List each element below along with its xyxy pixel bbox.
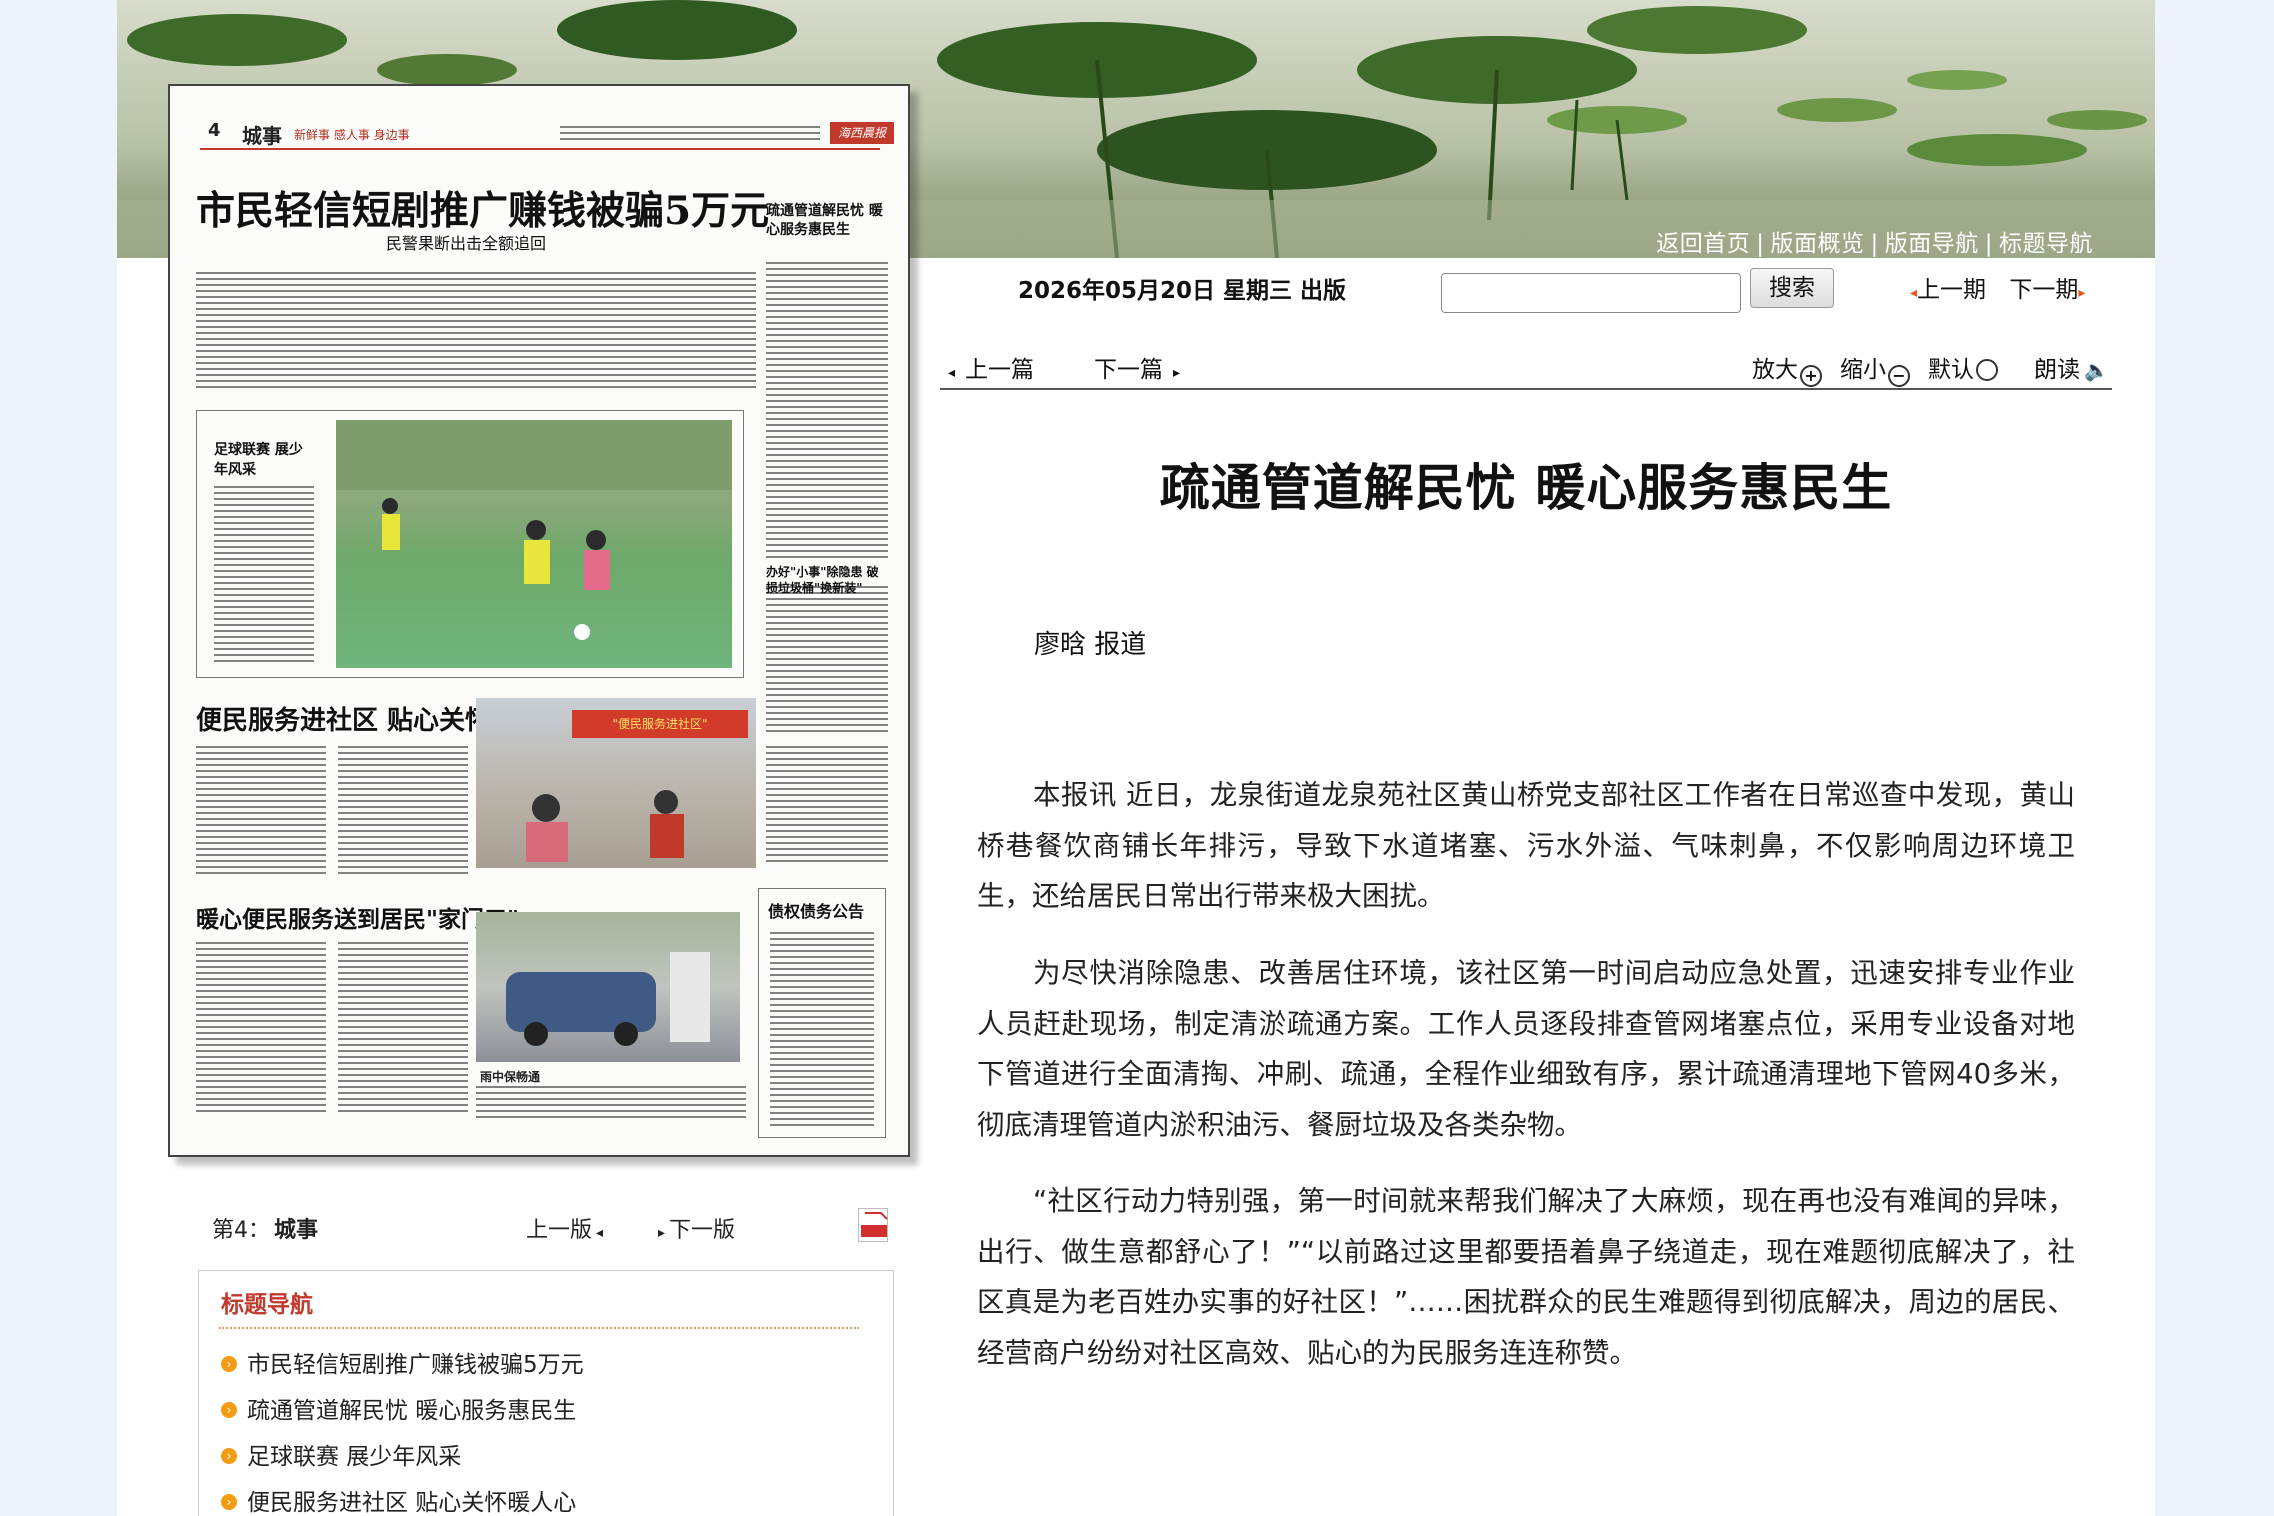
publish-date: 2026年05月20日 星期三 出版 [1018,278,1347,304]
prev-issue-link[interactable]: 上一期 [1917,277,1986,303]
plus-circle-icon: + [1800,365,1822,387]
home-link[interactable]: 返回首页 [1656,231,1750,257]
title-nav-item[interactable]: › 足球联赛 展少年风采 [221,1437,461,1471]
title-nav-panel: 标题导航 › 市民轻信短剧推广赚钱被骗5万元 › 疏通管道解民忧 暖心服务惠民生 ›… [198,1270,894,1516]
next-page-label: 下一版 [669,1218,736,1243]
read-aloud-button[interactable]: 朗读 🔈 [2034,350,2109,384]
community-banner-slogan: "便民服务进社区" [572,710,748,738]
paper-lead-subhead: 民警果断出击全额追回 [386,234,547,253]
title-nav-heading: 标题导航 [221,1292,313,1318]
default-size-button[interactable]: 默认 [1928,350,1998,384]
next-article-button[interactable]: 下一篇 ▸ [1094,350,1180,384]
title-nav-link[interactable]: 标题导航 [1999,231,2093,257]
title-nav-item[interactable]: › 疏通管道解民忧 暖心服务惠民生 [221,1391,576,1425]
paper-football-text [214,486,314,666]
read-aloud-label: 朗读 [2034,357,2080,383]
paper-right-text-2 [766,586,888,736]
next-article-label: 下一篇 [1094,357,1163,383]
paper-photo-caption: 雨中保畅通 [480,1070,541,1084]
caret-left-icon: ◂ [596,1225,604,1241]
zoom-in-label: 放大 [1752,357,1798,383]
paper-slogan: 新鲜事 感人事 身边事 [294,128,410,142]
bullet-icon: › [221,1494,237,1510]
community-service-photo: "便民服务进社区" [476,698,756,868]
page-pager: 第4： 城事 上一版 ◂ ▸ 下一版 [212,1208,892,1248]
caret-left-icon: ◂ [948,365,956,381]
paper-section: 城事 [242,124,282,148]
article-toolbar: ◂ 上一篇 下一篇 ▸ 放大 + 缩小 − 默认 朗读 🔈 [940,346,2112,390]
article-paragraph: “社区行动力特别强，第一时间就来帮我们解决了大麻烦，现在再也没有难闻的异味，出行… [977,1185,2075,1369]
paper-side-text [766,262,888,562]
current-page-label: 第4： [212,1218,270,1243]
title-nav-item[interactable]: › 便民服务进社区 贴心关怀暖人心 [221,1483,576,1516]
paper-football-title: 足球联赛 展少年风采 [214,442,303,478]
arrow-right-icon: ▸ [2078,285,2086,301]
zoom-out-button[interactable]: 缩小 − [1840,350,1910,387]
caret-right-icon: ▸ [658,1225,666,1241]
paper-header-text [560,126,820,140]
bullet-icon: › [221,1356,237,1372]
caret-right-icon: ▸ [1173,365,1181,381]
search-button[interactable]: 搜索 [1750,268,1834,308]
newspaper-page-image[interactable]: 4 城事 新鲜事 感人事 身边事 海西晨报 市民轻信短剧推广赚钱被骗5万元 民警… [168,84,910,1157]
prev-article-button[interactable]: ◂ 上一篇 [948,350,1034,384]
next-page-button[interactable]: ▸ 下一版 [658,1212,735,1244]
paper-community-text-2 [338,746,468,876]
issue-nav: ◂上一期 下一期▸ [1910,270,2085,304]
circle-icon [1976,359,1998,381]
paper-side-headline: 疏通管道解民忧 暖心服务惠民生 [766,203,883,238]
title-nav-item-label: 足球联赛 展少年风采 [247,1444,462,1470]
bullet-icon: › [221,1448,237,1464]
title-nav-divider [219,1327,859,1329]
article-author: 廖晗 报道 [1034,630,1147,660]
paper-community-text-1 [196,746,326,876]
paper-service-headline: 暖心便民服务送到居民"家门口" [196,906,519,933]
traffic-photo [476,912,740,1062]
banner-nav: 返回首页 | 版面概览 | 版面导航 | 标题导航 [1656,231,2093,257]
paper-service-text-1 [196,942,326,1112]
page-nav-link[interactable]: 版面导航 [1885,231,1979,257]
next-issue-link[interactable]: 下一期 [2009,277,2078,303]
paper-page-number: 4 [208,120,221,141]
paper-lead-text [196,272,756,392]
page-overview-link[interactable]: 版面概览 [1771,231,1865,257]
search-input[interactable] [1441,273,1741,313]
prev-page-button[interactable]: 上一版 ◂ [526,1212,603,1244]
zoom-in-button[interactable]: 放大 + [1752,350,1822,387]
article-paragraph: 本报讯 近日，龙泉街道龙泉苑社区黄山桥党支部社区工作者在日常巡查中发现，黄山桥巷… [977,779,2075,912]
minus-circle-icon: − [1888,365,1910,387]
title-nav-item-label: 疏通管道解民忧 暖心服务惠民生 [247,1398,577,1424]
paper-service-text-2 [338,942,468,1112]
paper-notice-title: 债权债务公告 [768,902,865,921]
paper-right-headline: 办好"小事"除隐患 破损垃圾桶"换新装" [766,565,879,595]
zoom-out-label: 缩小 [1840,357,1886,383]
paper-header-rule [200,148,880,150]
paper-right-text-3 [766,746,888,866]
speaker-icon: 🔈 [2084,358,2109,382]
default-size-label: 默认 [1928,357,1974,383]
title-nav-item-label: 市民轻信短剧推广赚钱被骗5万元 [247,1352,584,1378]
football-photo [336,420,732,668]
article-title: 疏通管道解民忧 暖心服务惠民生 [1159,459,1893,517]
paper-lead-headline: 市民轻信短剧推广赚钱被骗5万元 [196,188,770,234]
prev-article-label: 上一篇 [965,357,1035,383]
pdf-icon[interactable] [858,1208,888,1242]
paper-notice-text [770,932,874,1128]
paper-caption-text [476,1086,746,1122]
title-nav-item-label: 便民服务进社区 贴心关怀暖人心 [247,1490,577,1516]
article-paragraph: 为尽快消除隐患、改善居住环境，该社区第一时间启动应急处置，迅速安排专业作业人员赶… [977,957,2075,1141]
bullet-icon: › [221,1402,237,1418]
arrow-left-icon: ◂ [1910,285,1918,301]
paper-masthead: 海西晨报 [830,122,894,144]
current-page-name: 城事 [274,1218,319,1243]
prev-page-label: 上一版 [526,1218,593,1243]
title-nav-item[interactable]: › 市民轻信短剧推广赚钱被骗5万元 [221,1345,584,1379]
